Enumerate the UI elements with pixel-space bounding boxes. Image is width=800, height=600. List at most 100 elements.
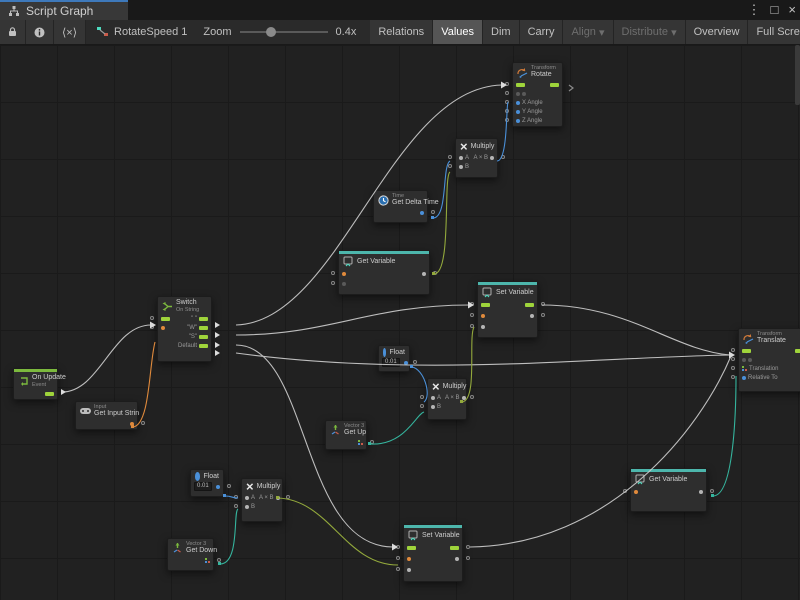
flow-out-port[interactable]: [795, 349, 800, 353]
carry-button[interactable]: Carry: [520, 20, 564, 44]
node-title: On Update: [32, 374, 66, 382]
target-in-port[interactable]: [742, 358, 746, 362]
zoom-label: Zoom: [203, 26, 231, 38]
node-set-variable-bot[interactable]: Set Variable: [403, 524, 463, 582]
loop-event-icon: [18, 376, 29, 387]
fullscreen-button[interactable]: Full Screen: [748, 20, 800, 44]
result-out-port[interactable]: [490, 156, 494, 160]
zoom-slider-handle[interactable]: [266, 27, 276, 37]
value-in-port[interactable]: [481, 325, 485, 329]
float-value[interactable]: 0.01: [382, 358, 400, 367]
vertical-scrollbar[interactable]: [795, 45, 800, 105]
node-translate[interactable]: Transform Translate Translation Relative…: [738, 328, 800, 392]
tab-script-graph[interactable]: Script Graph: [0, 0, 128, 20]
relations-button[interactable]: Relations: [370, 20, 433, 44]
case-label: "W": [187, 325, 197, 331]
z-angle-port[interactable]: [516, 119, 520, 123]
align-label: Align: [571, 26, 595, 38]
flow-out-port[interactable]: [550, 83, 559, 87]
float-icon: [383, 348, 386, 357]
vector3-out-port[interactable]: [205, 558, 210, 563]
name-in-port[interactable]: [407, 557, 411, 561]
node-title: Translate: [757, 337, 786, 345]
float-value[interactable]: 0.01: [194, 482, 212, 491]
translation-port[interactable]: [742, 366, 747, 371]
node-float-mid[interactable]: Float 0.01: [378, 345, 410, 372]
name-in-port[interactable]: [342, 272, 346, 276]
flow-in-port[interactable]: [742, 349, 751, 353]
target-in-port[interactable]: [516, 92, 520, 96]
value-out-port[interactable]: [422, 272, 426, 276]
lock-button[interactable]: [0, 20, 26, 44]
float-out-port[interactable]: [216, 485, 220, 489]
relative-to-port[interactable]: [742, 376, 746, 380]
x-angle-port[interactable]: [516, 101, 520, 105]
zoom-to-fit-button[interactable]: ⟨×⟩: [54, 20, 86, 44]
node-set-variable-mid[interactable]: Set Variable: [477, 281, 538, 338]
b-in-port[interactable]: [459, 165, 463, 169]
node-subtitle: Event: [32, 382, 66, 388]
a-in-port[interactable]: [459, 156, 463, 160]
node-on-update[interactable]: On Update Event: [13, 368, 58, 400]
node-multiply-bot[interactable]: × Multiply AA × B B: [241, 478, 283, 522]
flow-out-port[interactable]: [450, 546, 459, 550]
node-get-down[interactable]: Vector 3 Get Down: [167, 538, 214, 571]
a-in-port[interactable]: [431, 396, 435, 400]
a-in-port[interactable]: [245, 496, 249, 500]
node-get-variable-right[interactable]: Get Variable: [630, 468, 707, 512]
flow-in-port[interactable]: [481, 303, 490, 307]
name-in-port[interactable]: [634, 490, 638, 494]
flow-in-port[interactable]: [161, 317, 170, 321]
zoom-slider[interactable]: [240, 31, 328, 33]
node-get-up[interactable]: Vector 3 Get Up: [325, 420, 367, 450]
close-icon[interactable]: ×: [788, 2, 796, 18]
vector3-out-port[interactable]: [358, 440, 363, 445]
y-angle-port[interactable]: [516, 110, 520, 114]
values-button[interactable]: Values: [433, 20, 483, 44]
case-out-port[interactable]: [199, 335, 208, 339]
variable-icon: [343, 256, 354, 267]
fallback-in-port[interactable]: [342, 282, 346, 286]
dim-button[interactable]: Dim: [483, 20, 520, 44]
node-get-input-string[interactable]: Input Get Input Strin: [75, 401, 138, 430]
chevron-down-icon: ▾: [671, 26, 677, 39]
flow-out-port[interactable]: [45, 392, 54, 396]
node-multiply-mid[interactable]: × Multiply AA × B B: [427, 378, 467, 420]
b-in-port[interactable]: [245, 505, 249, 509]
maximize-icon[interactable]: □: [771, 2, 779, 18]
align-button[interactable]: Align ▾: [563, 20, 613, 44]
default-out-port[interactable]: [199, 344, 208, 348]
node-float-bot[interactable]: Float 0.01: [190, 469, 224, 497]
name-in-port[interactable]: [481, 314, 485, 318]
case-out-port[interactable]: [199, 317, 208, 321]
result-out-port[interactable]: [276, 496, 280, 500]
variable-icon: [635, 474, 646, 485]
node-rotate[interactable]: Transform Rotate X Angle Y Angle Z Angle: [512, 62, 563, 127]
node-multiply-top[interactable]: × Multiply AA × B B: [455, 138, 498, 178]
overview-button[interactable]: Overview: [686, 20, 749, 44]
node-get-delta-time[interactable]: Time Get Delta Time: [373, 190, 428, 223]
value-out-port[interactable]: [455, 557, 459, 561]
string-out-port[interactable]: [130, 422, 134, 426]
case-out-port[interactable]: [199, 326, 208, 330]
selector-in-port[interactable]: [161, 326, 165, 330]
value-out-port[interactable]: [699, 490, 703, 494]
value-in-port[interactable]: [407, 568, 411, 572]
b-in-port[interactable]: [431, 405, 435, 409]
float-out-port[interactable]: [420, 211, 424, 215]
float-out-port[interactable]: [404, 361, 408, 365]
node-switch-on-string[interactable]: Switch On String " " "W" "S" Default: [157, 296, 212, 362]
node-title: Get Delta Time: [392, 199, 439, 207]
vector3-icon: [172, 543, 183, 554]
distribute-button[interactable]: Distribute ▾: [614, 20, 686, 44]
flow-out-port[interactable]: [525, 303, 534, 307]
result-out-port[interactable]: [462, 396, 466, 400]
graph-canvas[interactable]: On Update Event Input Get Input Strin: [0, 45, 800, 600]
node-get-variable-top[interactable]: Get Variable: [338, 250, 430, 295]
flow-in-port[interactable]: [516, 83, 525, 87]
info-button[interactable]: [26, 20, 54, 44]
value-out-port[interactable]: [530, 314, 534, 318]
breadcrumb[interactable]: RotateSpeed 1: [86, 20, 197, 44]
window-menu-icon[interactable]: ⋮: [748, 2, 761, 18]
flow-in-port[interactable]: [407, 546, 416, 550]
